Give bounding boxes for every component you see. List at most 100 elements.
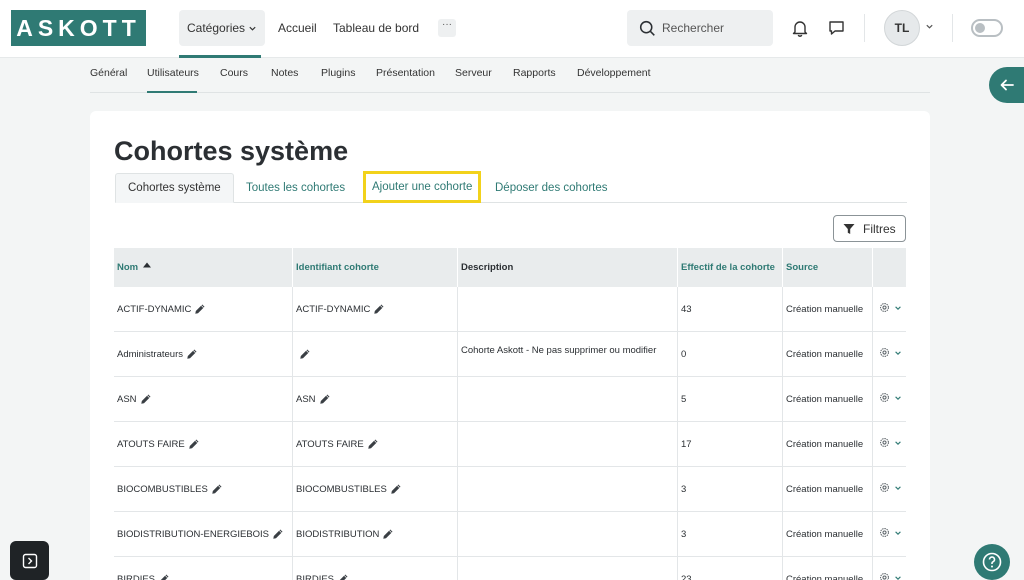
theme-toggle[interactable] bbox=[971, 19, 1003, 37]
edit-pencil-icon[interactable] bbox=[390, 483, 402, 495]
chevron-down-icon bbox=[894, 574, 902, 580]
cell-description bbox=[458, 512, 678, 556]
edit-pencil-icon[interactable] bbox=[158, 573, 170, 580]
cell-name: BIODISTRIBUTION-ENERGIEBOIS bbox=[114, 512, 293, 556]
cell-size: 43 bbox=[678, 287, 783, 331]
categories-menu-button[interactable]: Catégories bbox=[179, 10, 266, 46]
table-row: BIRDIES BIRDIES 23 Création manuelle bbox=[114, 557, 906, 580]
askott-logo[interactable]: ASKOTT bbox=[11, 10, 146, 46]
cell-text: BIOCOMBUSTIBLES bbox=[117, 483, 208, 495]
gear-icon bbox=[879, 527, 890, 541]
edit-pencil-icon[interactable] bbox=[272, 528, 284, 540]
cell-size: 0 bbox=[678, 332, 783, 376]
tab-deposer-des-cohortes[interactable]: Déposer des cohortes bbox=[483, 173, 620, 203]
help-button[interactable] bbox=[974, 544, 1010, 580]
cell-source: Création manuelle bbox=[783, 512, 873, 556]
cell-source: Création manuelle bbox=[783, 422, 873, 466]
cell-idnumber: BIRDIES bbox=[293, 557, 458, 580]
column-header-actions bbox=[873, 248, 906, 287]
cell-size: 5 bbox=[678, 377, 783, 421]
categories-label: Catégories bbox=[187, 21, 246, 35]
messages-button[interactable] bbox=[826, 18, 846, 38]
cell-text: ASN bbox=[117, 393, 137, 405]
more-menu-button[interactable]: ··· bbox=[438, 19, 456, 37]
row-actions-menu[interactable] bbox=[873, 557, 906, 580]
subnav-item-rapports[interactable]: Rapports bbox=[513, 67, 556, 79]
edit-pencil-icon[interactable] bbox=[319, 393, 331, 405]
subnav-item-serveur[interactable]: Serveur bbox=[455, 67, 492, 79]
row-actions-menu[interactable] bbox=[873, 287, 906, 331]
edit-pencil-icon[interactable] bbox=[367, 438, 379, 450]
row-actions-menu[interactable] bbox=[873, 332, 906, 376]
cell-idnumber: BIODISTRIBUTION bbox=[293, 512, 458, 556]
subnav-item-utilisateurs[interactable]: Utilisateurs bbox=[147, 67, 199, 79]
subnav-item-presentation[interactable]: Présentation bbox=[376, 67, 435, 79]
edit-pencil-icon[interactable] bbox=[140, 393, 152, 405]
edit-pencil-icon[interactable] bbox=[337, 573, 349, 580]
user-avatar[interactable]: TL bbox=[884, 10, 920, 46]
tab-ajouter-une-cohorte[interactable]: Ajouter une cohorte bbox=[363, 171, 482, 203]
admin-secondary-nav: Général Utilisateurs Cours Notes Plugins… bbox=[90, 58, 930, 93]
table-row: Administrateurs Cohorte Askott - Ne pas s… bbox=[114, 332, 906, 377]
cell-text: BIRDIES bbox=[296, 573, 335, 580]
subnav-item-general[interactable]: Général bbox=[90, 67, 127, 79]
tab-cohortes-systeme[interactable]: Cohortes système bbox=[115, 173, 234, 203]
notifications-button[interactable] bbox=[790, 18, 810, 38]
row-actions-menu[interactable] bbox=[873, 422, 906, 466]
subnav-active-indicator bbox=[147, 91, 197, 93]
column-header-label: Nom bbox=[117, 262, 139, 273]
top-header: ASKOTT Catégories Accueil Tableau de bor… bbox=[0, 0, 1024, 58]
search-input[interactable]: Rechercher bbox=[627, 10, 773, 46]
subnav-item-notes[interactable]: Notes bbox=[271, 67, 298, 79]
edit-pencil-icon[interactable] bbox=[211, 483, 223, 495]
nav-link-tableau-de-bord[interactable]: Tableau de bord bbox=[333, 21, 419, 35]
gear-icon bbox=[879, 392, 890, 406]
chevron-down-icon bbox=[894, 529, 902, 540]
subnav-item-cours[interactable]: Cours bbox=[220, 67, 248, 79]
cell-text: ATOUTS FAIRE bbox=[296, 438, 364, 450]
filters-button[interactable]: Filtres bbox=[833, 215, 906, 242]
chat-icon bbox=[828, 21, 844, 35]
cell-size: 23 bbox=[678, 557, 783, 580]
column-header-identifiant[interactable]: Identifiant cohorte bbox=[293, 248, 458, 287]
cell-description bbox=[458, 422, 678, 466]
cell-source: Création manuelle bbox=[783, 377, 873, 421]
edit-pencil-icon[interactable] bbox=[188, 438, 200, 450]
edit-pencil-icon[interactable] bbox=[373, 303, 385, 315]
cell-size: 3 bbox=[678, 512, 783, 556]
edit-pencil-icon[interactable] bbox=[194, 303, 206, 315]
cell-text: ACTIF-DYNAMIC bbox=[117, 303, 192, 315]
row-actions-menu[interactable] bbox=[873, 377, 906, 421]
subnav-item-developpement[interactable]: Développement bbox=[577, 67, 651, 79]
edit-pencil-icon[interactable] bbox=[186, 348, 198, 360]
column-header-effectif[interactable]: Effectif de la cohorte bbox=[678, 248, 783, 287]
toggle-sidebar-button[interactable] bbox=[10, 541, 49, 580]
row-actions-menu[interactable] bbox=[873, 467, 906, 511]
nav-link-accueil[interactable]: Accueil bbox=[278, 21, 317, 35]
column-header-description: Description bbox=[458, 248, 678, 287]
cell-size: 17 bbox=[678, 422, 783, 466]
cell-source: Création manuelle bbox=[783, 287, 873, 331]
tab-toutes-les-cohortes[interactable]: Toutes les cohortes bbox=[234, 173, 357, 203]
edit-pencil-icon[interactable] bbox=[382, 528, 394, 540]
cell-description: Cohorte Askott - Ne pas supprimer ou mod… bbox=[458, 332, 678, 376]
cell-name: ASN bbox=[114, 377, 293, 421]
cell-idnumber: ACTIF-DYNAMIC bbox=[293, 287, 458, 331]
row-actions-menu[interactable] bbox=[873, 512, 906, 556]
column-header-source[interactable]: Source bbox=[783, 248, 873, 287]
main-card: Cohortes système Cohortes système Toutes… bbox=[90, 111, 930, 580]
cell-name: BIRDIES bbox=[114, 557, 293, 580]
chevron-down-icon[interactable] bbox=[925, 22, 934, 31]
subnav-item-plugins[interactable]: Plugins bbox=[321, 67, 355, 79]
chevron-down-icon bbox=[894, 349, 902, 360]
open-drawer-button[interactable] bbox=[989, 67, 1024, 103]
search-placeholder: Rechercher bbox=[662, 21, 725, 35]
cell-idnumber: BIOCOMBUSTIBLES bbox=[293, 467, 458, 511]
column-header-nom[interactable]: Nom bbox=[114, 248, 293, 287]
cell-idnumber: ATOUTS FAIRE bbox=[293, 422, 458, 466]
table-row: ASN ASN 5 Création manuelle bbox=[114, 377, 906, 422]
cell-description bbox=[458, 377, 678, 421]
edit-pencil-icon[interactable] bbox=[299, 348, 311, 360]
gear-icon bbox=[879, 347, 890, 361]
cell-name: Administrateurs bbox=[114, 332, 293, 376]
